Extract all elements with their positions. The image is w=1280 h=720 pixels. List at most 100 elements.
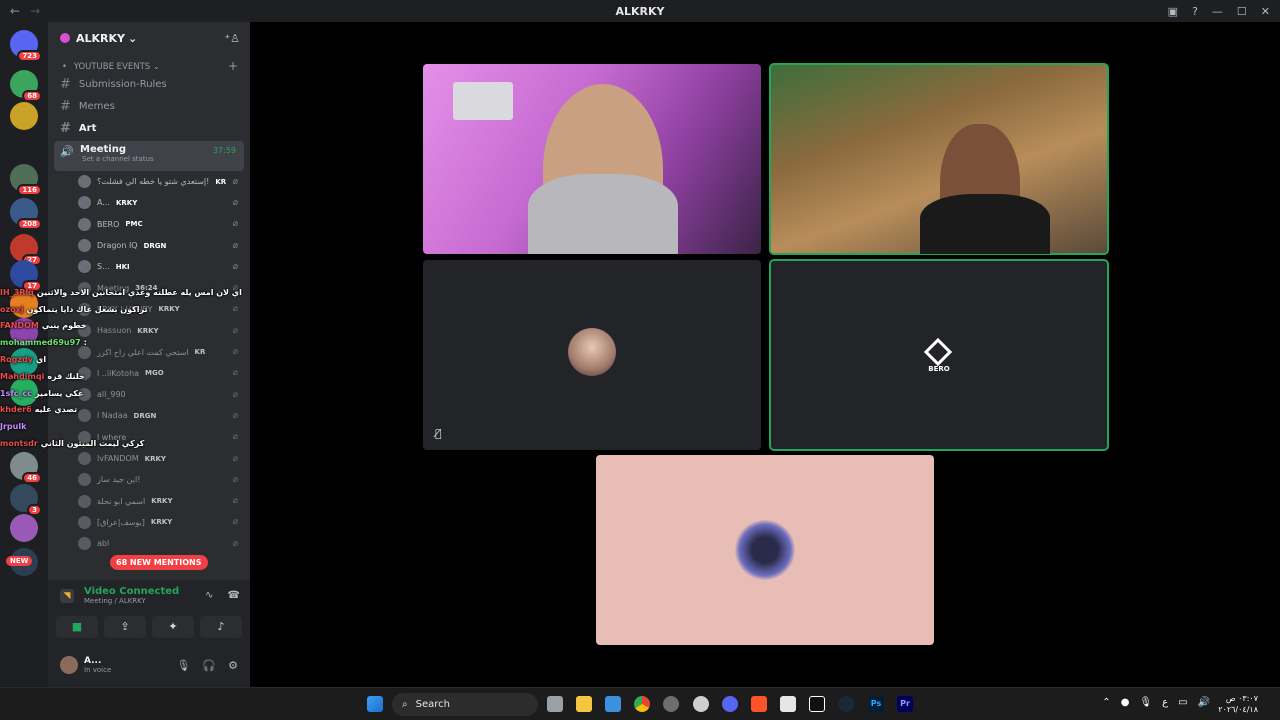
volume-icon[interactable]: 🔊: [1198, 697, 1210, 708]
steam-icon[interactable]: [838, 696, 854, 712]
add-channel-icon[interactable]: +: [228, 59, 238, 73]
voice-user[interactable]: A... KRKY ⌀: [48, 192, 250, 213]
avatar-tile[interactable]: 🎙̸: [423, 260, 761, 450]
app-icon[interactable]: [663, 696, 679, 712]
voice-user[interactable]: Dragon IQ DRGN ⌀: [48, 235, 250, 256]
voice-user-tag: KR: [215, 177, 227, 186]
server-icon-server-10[interactable]: [10, 318, 38, 346]
voice-user-name: S...: [97, 262, 110, 272]
server-icon-server-14[interactable]: 3: [10, 484, 42, 516]
close-icon[interactable]: ✕: [1261, 5, 1270, 18]
channel-0[interactable]: # Submission-Rules: [48, 73, 250, 95]
server-icon-server-8[interactable]: 17: [10, 260, 42, 292]
voice-user[interactable]: استحي كمت اعلي راح اكرر KR ⌀: [48, 341, 250, 362]
server-icon-server-6[interactable]: 208: [10, 198, 42, 230]
voice-user[interactable]: abl ⌀: [48, 533, 250, 554]
add-member-icon[interactable]: ⁺♙: [224, 32, 240, 45]
store-icon[interactable]: [605, 696, 621, 712]
photoshop-icon[interactable]: Ps: [868, 696, 884, 712]
category-youtube-events[interactable]: • YOUTUBE EVENTS ⌄ +: [48, 54, 250, 73]
voice-user[interactable]: Hassuon KRKY ⌀: [48, 320, 250, 341]
voice-user[interactable]: إستعدي شتو يا خطه الي فشلت؟! KR ⌀: [48, 171, 250, 192]
search-placeholder: Search: [415, 699, 450, 710]
activities-button[interactable]: ✦: [152, 616, 194, 638]
steam-alt-icon[interactable]: [693, 696, 709, 712]
server-icon-server-11[interactable]: [10, 348, 38, 376]
taskbar: ⌕ Search Ps Pr ⌃ ● 🎙 ع ▭ 🔊 ٠٣:٠٧ ص ٢٠٢٦/…: [0, 687, 1280, 720]
windows-start-icon[interactable]: [367, 696, 383, 712]
channel-2[interactable]: # Art: [48, 117, 250, 139]
network-icon[interactable]: ▭: [1178, 697, 1187, 708]
voice-user[interactable]: all_990 ⌀: [48, 384, 250, 405]
user-avatar: [568, 328, 616, 376]
voice-user[interactable]: l where ⌀: [48, 427, 250, 448]
chrome-icon[interactable]: [634, 696, 650, 712]
forward-icon[interactable]: →: [30, 4, 40, 18]
screen-share-button[interactable]: ⇪: [104, 616, 146, 638]
noise-suppression-icon[interactable]: ∿: [205, 590, 213, 601]
settings-gear-icon[interactable]: ⚙: [228, 659, 238, 672]
signal-icon[interactable]: ◥: [60, 589, 74, 603]
voice-user[interactable]: Meeting 36:24 ⌀: [48, 277, 250, 298]
voice-user[interactable]: l Nadaa DRGN ⌀: [48, 405, 250, 426]
voice-user-tag: DRGN: [143, 241, 167, 250]
streamer-camera-tile[interactable]: [423, 64, 761, 254]
voice-user[interactable]: l ..iiKotoha MGO ⌀: [48, 363, 250, 384]
server-header[interactable]: ALKRKY ⌄ ⁺♙: [48, 22, 250, 54]
microphone-icon[interactable]: 🎙: [176, 659, 190, 672]
voice-user[interactable]: BERO PMC ⌀: [48, 214, 250, 235]
disconnect-icon[interactable]: ☎: [228, 590, 240, 601]
camera-button[interactable]: ■: [56, 616, 98, 638]
server-icon-server-9[interactable]: [10, 290, 38, 318]
new-mentions-badge[interactable]: 68 NEW MENTIONS: [110, 555, 208, 570]
capcut-icon[interactable]: [809, 696, 825, 712]
task-view-icon[interactable]: [547, 696, 563, 712]
voice-user-tag: MGO: [145, 369, 164, 378]
file-explorer-icon[interactable]: [576, 696, 592, 712]
avatar[interactable]: [60, 656, 78, 674]
chevron-up-icon[interactable]: ⌃: [1102, 697, 1110, 708]
server-icon-home[interactable]: 723: [10, 30, 42, 62]
inbox-icon[interactable]: ▣: [1168, 5, 1178, 18]
premiere-icon[interactable]: Pr: [897, 696, 913, 712]
voice-user[interactable]: S... HKI ⌀: [48, 256, 250, 277]
taskbar-search[interactable]: ⌕ Search: [392, 693, 538, 716]
back-icon[interactable]: ←: [10, 4, 20, 18]
server-icon-server-2[interactable]: 68: [10, 70, 42, 102]
voice-channel-meeting[interactable]: 🔊 Meeting Set a channel status 37:59: [54, 141, 244, 171]
bero-label: BERO: [928, 365, 950, 373]
clock[interactable]: ٠٣:٠٧ ص ٢٠٢٦/٠٤/١٨: [1218, 693, 1258, 715]
server-icon-server-5[interactable]: 116: [10, 164, 42, 196]
voice-user[interactable]: اسمي ابو نحلة KRKY ⌀: [48, 490, 250, 511]
server-icon-server-cloud[interactable]: [10, 132, 38, 160]
channel-1[interactable]: # Memes: [48, 95, 250, 117]
brave-icon[interactable]: [751, 696, 767, 712]
server-icon-server-7[interactable]: 27: [10, 234, 42, 266]
hash-icon: #: [60, 120, 71, 136]
window-title: ALKRKY: [615, 4, 665, 18]
server-icon-server-3[interactable]: [10, 102, 38, 130]
voice-user[interactable]: KRKY | HENBY KRKY ⌀: [48, 299, 250, 320]
language-indicator[interactable]: ع: [1162, 697, 1168, 708]
server-icon-server-12[interactable]: [10, 378, 38, 406]
voice-user[interactable]: [يوسف|عراق] KRKY ⌀: [48, 512, 250, 533]
help-icon[interactable]: ?: [1192, 5, 1198, 18]
soundboard-button[interactable]: ♪: [200, 616, 242, 638]
server-icon-server-13[interactable]: 46: [10, 452, 42, 484]
avatar: [78, 324, 91, 338]
voice-user[interactable]: اين جيد ساز! ⌀: [48, 469, 250, 490]
minimize-icon[interactable]: —: [1212, 5, 1223, 18]
anime-avatar-tile[interactable]: [596, 455, 934, 645]
gameplay-stream-tile[interactable]: [769, 63, 1109, 255]
channel-status[interactable]: Set a channel status: [82, 155, 238, 163]
discord-icon[interactable]: [722, 696, 738, 712]
channel-name: Memes: [78, 100, 115, 112]
mic-tray-icon[interactable]: 🎙: [1139, 697, 1152, 708]
maximize-icon[interactable]: ☐: [1237, 5, 1247, 18]
tray-app-icon[interactable]: ●: [1121, 697, 1130, 708]
notes-icon[interactable]: [780, 696, 796, 712]
headphones-icon[interactable]: 🎧: [202, 659, 216, 672]
bero-tile[interactable]: BERO: [769, 259, 1109, 451]
server-icon-server-15[interactable]: [10, 514, 38, 542]
voice-user[interactable]: lvFANDOM KRKY ⌀: [48, 448, 250, 469]
